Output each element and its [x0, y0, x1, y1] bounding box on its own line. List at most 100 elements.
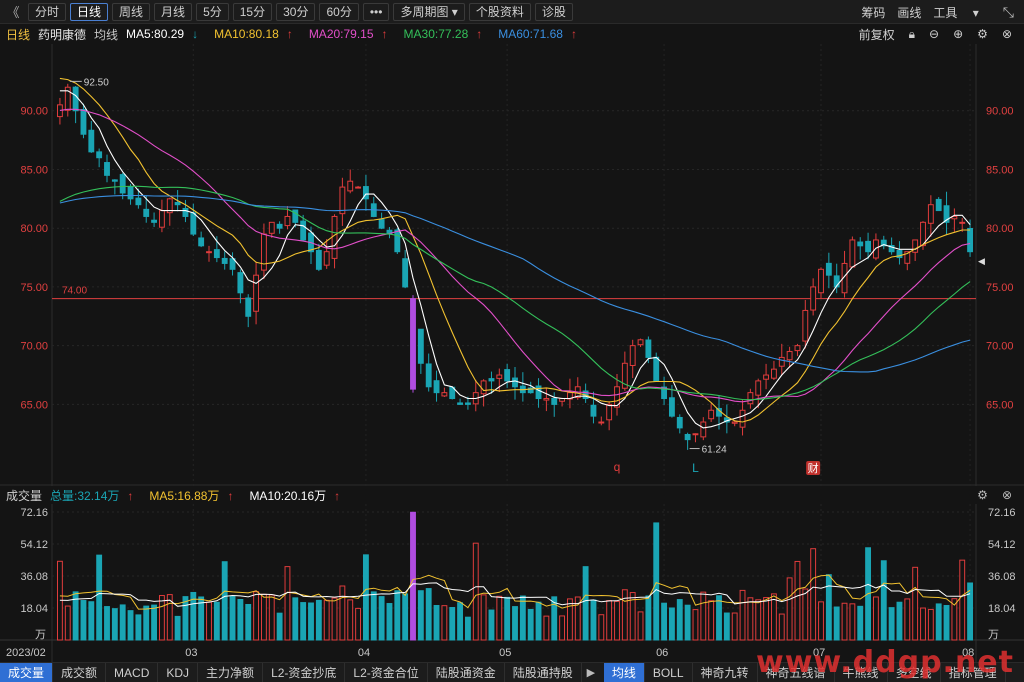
- price-tick-label-right: 70.00: [986, 341, 1014, 353]
- candle-body: [818, 268, 824, 294]
- expand-icon[interactable]: ⤡: [1003, 4, 1014, 21]
- volume-bar: [927, 608, 934, 641]
- volume-bar: [433, 604, 440, 641]
- candle-body: [213, 249, 220, 259]
- volume-bar: [441, 605, 448, 641]
- vol-unit-left: 万: [35, 629, 46, 641]
- tab-period-30min[interactable]: 30分: [276, 2, 316, 21]
- volume-bar: [80, 600, 87, 641]
- volume-bar: [896, 601, 903, 641]
- price-tick-label-right: 75.00: [986, 282, 1014, 294]
- close-icon[interactable]: ⊗: [1002, 27, 1012, 41]
- date-tick-label: 03: [185, 647, 197, 659]
- tab-period-weekly[interactable]: 周线: [112, 2, 151, 21]
- tab-period-daily[interactable]: 日线: [70, 2, 109, 21]
- volume-bar: [621, 589, 628, 641]
- back-icon[interactable]: 《: [4, 2, 22, 21]
- volume-bar: [229, 596, 236, 641]
- ma20-value: MA20:79.15 ↑: [308, 27, 388, 41]
- candle-body: [739, 409, 746, 428]
- zoom-in-icon[interactable]: ⊕: [953, 27, 963, 41]
- event-marker-q: q: [614, 460, 621, 474]
- volume-bar: [802, 588, 809, 641]
- volume-bar: [637, 611, 644, 641]
- diagnose-button[interactable]: 诊股: [534, 2, 573, 21]
- tools-button[interactable]: 工具 ▾: [933, 4, 990, 21]
- tab-macd[interactable]: MACD: [106, 662, 159, 682]
- scroll-right-icon[interactable]: ▶: [582, 663, 600, 682]
- tab-volume[interactable]: 成交量: [0, 662, 54, 682]
- volume-bar: [778, 613, 785, 641]
- tab-northbound-funds[interactable]: 陆股通资金: [428, 662, 505, 682]
- price-tick-label-left: 65.00: [20, 399, 48, 411]
- volume-bar: [347, 599, 354, 641]
- volume-bar: [512, 606, 518, 641]
- tab-period-15min[interactable]: 15分: [232, 2, 273, 21]
- tab-northbound-holding[interactable]: 陆股通持股: [505, 662, 582, 682]
- tab-magic-nine[interactable]: 神奇九转: [693, 662, 758, 682]
- candle-body: [221, 257, 228, 264]
- adjust-dropdown[interactable]: 前复权: [859, 26, 895, 43]
- candle-body: [111, 179, 118, 182]
- ma-label[interactable]: 均线: [94, 26, 118, 43]
- zoom-out-icon[interactable]: ⊖: [929, 27, 939, 41]
- tab-turnover[interactable]: 成交额: [53, 662, 107, 682]
- volume-bar: [676, 599, 683, 641]
- candle-body: [143, 208, 150, 217]
- chips-button[interactable]: 筹码: [861, 4, 885, 21]
- candle-body: [551, 397, 558, 405]
- tab-period-monthly[interactable]: 月线: [154, 2, 193, 21]
- stock-info-button[interactable]: 个股资料: [468, 2, 531, 21]
- volume-bar: [849, 603, 856, 641]
- settings-icon[interactable]: ⚙: [977, 488, 988, 502]
- tab-ma[interactable]: 均线: [603, 662, 645, 682]
- tab-kdj[interactable]: KDJ: [158, 662, 199, 682]
- vol-tick-label-left: 72.16: [20, 507, 48, 519]
- candle-body: [747, 392, 754, 405]
- candle-body: [653, 356, 660, 382]
- ma30-value: MA30:77.28 ↑: [403, 27, 483, 41]
- tab-period-fenshi[interactable]: 分时: [28, 2, 67, 21]
- candle-body: [810, 286, 817, 311]
- lock-icon[interactable]: 🔒︎: [909, 27, 915, 42]
- volume-bar: [582, 566, 589, 641]
- candle-body: [480, 380, 487, 395]
- price-chart[interactable]: 90.00 90.00 85.00 85.00 80.00 80.00 75.00 75.00…: [0, 44, 1024, 486]
- volume-bar: [833, 606, 840, 641]
- draw-line-button[interactable]: 画线: [897, 4, 921, 21]
- volume-bar: [770, 593, 777, 641]
- volume-chart[interactable]: 72.16 72.16 54.12 54.12 36.08 36.08 18.04 18.04…: [0, 504, 1024, 662]
- tab-l2-bottom[interactable]: L2-资金抄底: [263, 662, 346, 682]
- volume-bar: [292, 597, 299, 641]
- vol-ma10-line: [59, 582, 971, 607]
- more-icon[interactable]: •••: [362, 2, 390, 21]
- multi-period-dropdown[interactable]: 多周期图 ▾: [393, 2, 465, 21]
- volume-bar: [472, 542, 479, 641]
- tab-main-net[interactable]: 主力净额: [198, 662, 264, 682]
- volume-bar: [488, 609, 495, 641]
- candle-body: [668, 397, 675, 417]
- candle-body: [402, 258, 409, 288]
- candle-body: [72, 86, 79, 112]
- close-icon[interactable]: ⊗: [1002, 488, 1012, 502]
- volume-total: 总量:32.14万 ↑: [50, 488, 134, 503]
- candle-body: [763, 374, 770, 380]
- volume-bar: [653, 522, 660, 641]
- candle-body: [56, 104, 63, 118]
- tab-l2-position[interactable]: L2-资金合位: [345, 662, 428, 682]
- price-tick-label-left: 85.00: [20, 164, 48, 176]
- vol-tick-label-right: 36.08: [988, 571, 1016, 583]
- support-line-label: 74.00: [62, 286, 87, 297]
- candle-body: [543, 398, 550, 401]
- candle-body: [629, 345, 636, 366]
- last-price-marker: ◀: [978, 256, 985, 266]
- candle-body: [284, 215, 291, 227]
- tab-period-5min[interactable]: 5分: [196, 2, 229, 21]
- volume-bar: [268, 594, 275, 641]
- candle-body: [794, 345, 801, 352]
- volume-title[interactable]: 成交量: [6, 487, 42, 504]
- tab-period-60min[interactable]: 60分: [319, 2, 359, 21]
- price-tick-label-right: 90.00: [986, 106, 1014, 118]
- tab-boll[interactable]: BOLL: [645, 662, 693, 682]
- settings-icon[interactable]: ⚙: [977, 27, 988, 41]
